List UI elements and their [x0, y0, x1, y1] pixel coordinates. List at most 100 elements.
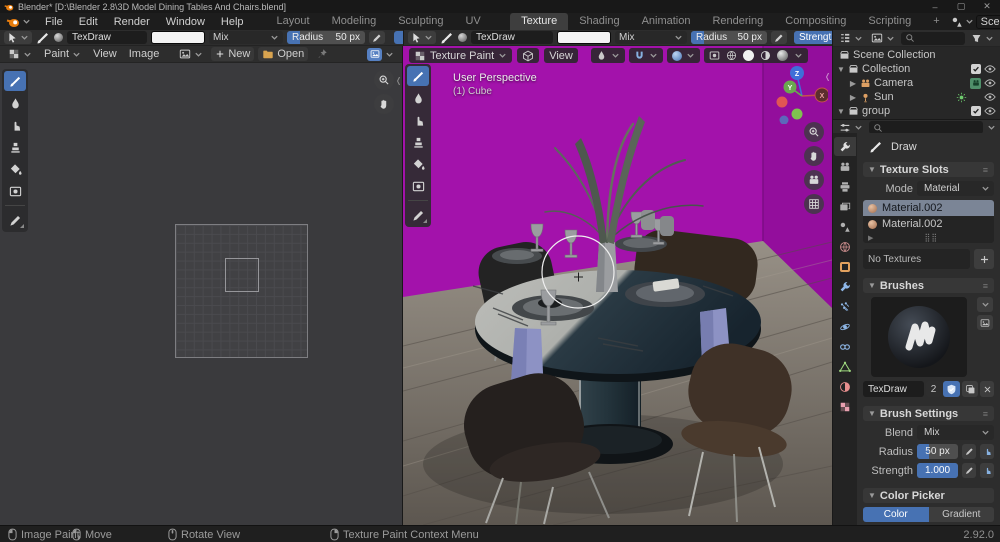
- editor-type-button[interactable]: [4, 47, 36, 61]
- disclosure-triangle[interactable]: ▼: [837, 107, 845, 116]
- shading-material-button[interactable]: [760, 50, 771, 61]
- tab-particles[interactable]: [834, 297, 856, 316]
- brush-preset-dropdown[interactable]: [977, 297, 993, 312]
- outliner-row-group[interactable]: ▼ group: [833, 104, 1000, 118]
- outliner-filter-button[interactable]: [969, 31, 996, 45]
- menu-help[interactable]: Help: [213, 16, 252, 28]
- mask-tool-button[interactable]: [407, 176, 429, 196]
- tab-material[interactable]: [834, 377, 856, 396]
- image-settings-button[interactable]: [363, 47, 398, 61]
- tab-scene[interactable]: [834, 217, 856, 236]
- annotate-tool-button[interactable]: [4, 210, 26, 230]
- shading-solid-button[interactable]: [743, 50, 754, 61]
- draw-tool-button[interactable]: [407, 66, 429, 86]
- tab-shading[interactable]: Shading: [568, 13, 630, 30]
- strength-slider[interactable]: 1.000: [917, 463, 958, 478]
- eye-icon[interactable]: [984, 91, 996, 103]
- camera-data-badge[interactable]: [970, 78, 981, 89]
- exclude-checkbox[interactable]: [971, 106, 981, 116]
- slot-mode-dropdown[interactable]: Material: [917, 181, 994, 196]
- strength-eyedrop-icon[interactable]: [962, 463, 976, 478]
- tab-compositing[interactable]: Compositing: [774, 13, 857, 30]
- gradient-tab[interactable]: Gradient: [929, 507, 995, 522]
- visibility-dropdown[interactable]: [591, 48, 625, 63]
- sun-icon[interactable]: [956, 92, 967, 103]
- texture-slots-panel-header[interactable]: ▼ Texture Slots ≡: [863, 162, 994, 177]
- viewport-scene[interactable]: [403, 46, 832, 525]
- brush-preview-dot[interactable]: [54, 33, 63, 42]
- duplicate-brush-icon[interactable]: [962, 381, 978, 397]
- brush-icon-button[interactable]: [977, 315, 993, 330]
- outliner-row-camera[interactable]: ▶ Camera: [833, 76, 1000, 90]
- outliner-row-scene-collection[interactable]: Scene Collection: [833, 48, 1000, 62]
- snap-dropdown[interactable]: [629, 48, 663, 63]
- exclude-checkbox[interactable]: [971, 64, 981, 74]
- minimize-button[interactable]: –: [922, 2, 948, 12]
- scene-selector[interactable]: Scene: [951, 15, 1000, 29]
- radius-pressure-button[interactable]: [771, 31, 787, 44]
- pan-hand-icon[interactable]: [374, 94, 394, 114]
- object-type-button[interactable]: [517, 48, 539, 63]
- menu-file[interactable]: File: [37, 16, 71, 28]
- clone-tool-button[interactable]: [4, 137, 26, 157]
- brush-name-field[interactable]: TexDraw: [471, 31, 553, 44]
- tab-add-workspace[interactable]: +: [922, 13, 950, 30]
- brush-user-count[interactable]: 2: [926, 381, 941, 397]
- brush-preview-dot[interactable]: [458, 33, 467, 42]
- navigate-pan-button[interactable]: [804, 146, 824, 166]
- brush-name-field[interactable]: TexDraw: [67, 31, 147, 44]
- unlink-brush-icon[interactable]: [980, 381, 994, 397]
- mask-tool-button[interactable]: [4, 181, 26, 201]
- tab-world[interactable]: [834, 237, 856, 256]
- menu-window[interactable]: Window: [158, 16, 213, 28]
- outliner-row-sun[interactable]: ▶ Sun: [833, 90, 1000, 104]
- eye-icon[interactable]: [984, 63, 996, 75]
- tab-tool[interactable]: [834, 137, 856, 156]
- open-image-button[interactable]: Open: [258, 47, 308, 61]
- fill-tool-button[interactable]: [4, 159, 26, 179]
- eye-icon[interactable]: [984, 105, 996, 117]
- image-menu[interactable]: Image: [125, 47, 164, 61]
- camera-view-button[interactable]: [804, 170, 824, 190]
- smear-tool-button[interactable]: [407, 110, 429, 130]
- active-tool-selector[interactable]: [408, 31, 436, 44]
- image-datablock-dropdown[interactable]: [175, 47, 207, 61]
- strength-pressure-icon[interactable]: [980, 463, 994, 478]
- fake-user-shield-icon[interactable]: [943, 381, 960, 397]
- color-tab[interactable]: Color: [863, 507, 929, 522]
- eye-icon[interactable]: [984, 77, 996, 89]
- tab-layout[interactable]: Layout: [266, 13, 321, 30]
- tab-uv-editing[interactable]: UV Editing: [454, 13, 510, 30]
- smear-tool-button[interactable]: [4, 115, 26, 135]
- soften-tool-button[interactable]: [4, 93, 26, 113]
- tab-texture[interactable]: [834, 397, 856, 416]
- navigation-axis-gizmo[interactable]: Z X Y: [772, 62, 828, 124]
- navigate-zoom-button[interactable]: [804, 122, 824, 142]
- brush-color-swatch[interactable]: [151, 31, 205, 44]
- clone-tool-button[interactable]: [407, 132, 429, 152]
- add-texture-slot-button[interactable]: [974, 249, 994, 269]
- brush-settings-panel-header[interactable]: ▼ Brush Settings ≡: [863, 406, 994, 421]
- app-menu-button[interactable]: [0, 15, 37, 29]
- tab-sculpting[interactable]: Sculpting: [387, 13, 454, 30]
- tab-render[interactable]: [834, 157, 856, 176]
- tab-modeling[interactable]: Modeling: [321, 13, 388, 30]
- outliner-search-input[interactable]: [901, 32, 965, 45]
- image-canvas[interactable]: [175, 224, 308, 358]
- tab-view-layer[interactable]: [834, 197, 856, 216]
- radius-pressure-button[interactable]: [369, 31, 385, 44]
- tab-constraints[interactable]: [834, 337, 856, 356]
- radius-slider[interactable]: Radius 50 px: [287, 31, 365, 44]
- region-toggle-arrow[interactable]: ❬: [395, 76, 402, 85]
- outliner-scope-dropdown[interactable]: [869, 31, 897, 45]
- ortho-toggle-button[interactable]: [804, 194, 824, 214]
- brushes-panel-header[interactable]: ▼ Brushes ≡: [863, 278, 994, 293]
- outliner-display-dropdown[interactable]: [837, 31, 865, 45]
- shading-rendered-button[interactable]: [777, 50, 788, 61]
- annotate-tool-button[interactable]: [407, 205, 429, 225]
- paint-mode-dropdown[interactable]: Paint: [40, 47, 85, 61]
- radius-eyedrop-icon[interactable]: [962, 444, 976, 459]
- strength-slider[interactable]: Strength: [794, 31, 832, 44]
- disclosure-triangle[interactable]: ▶: [849, 79, 857, 88]
- blend-mode-dropdown[interactable]: Mix: [209, 31, 283, 44]
